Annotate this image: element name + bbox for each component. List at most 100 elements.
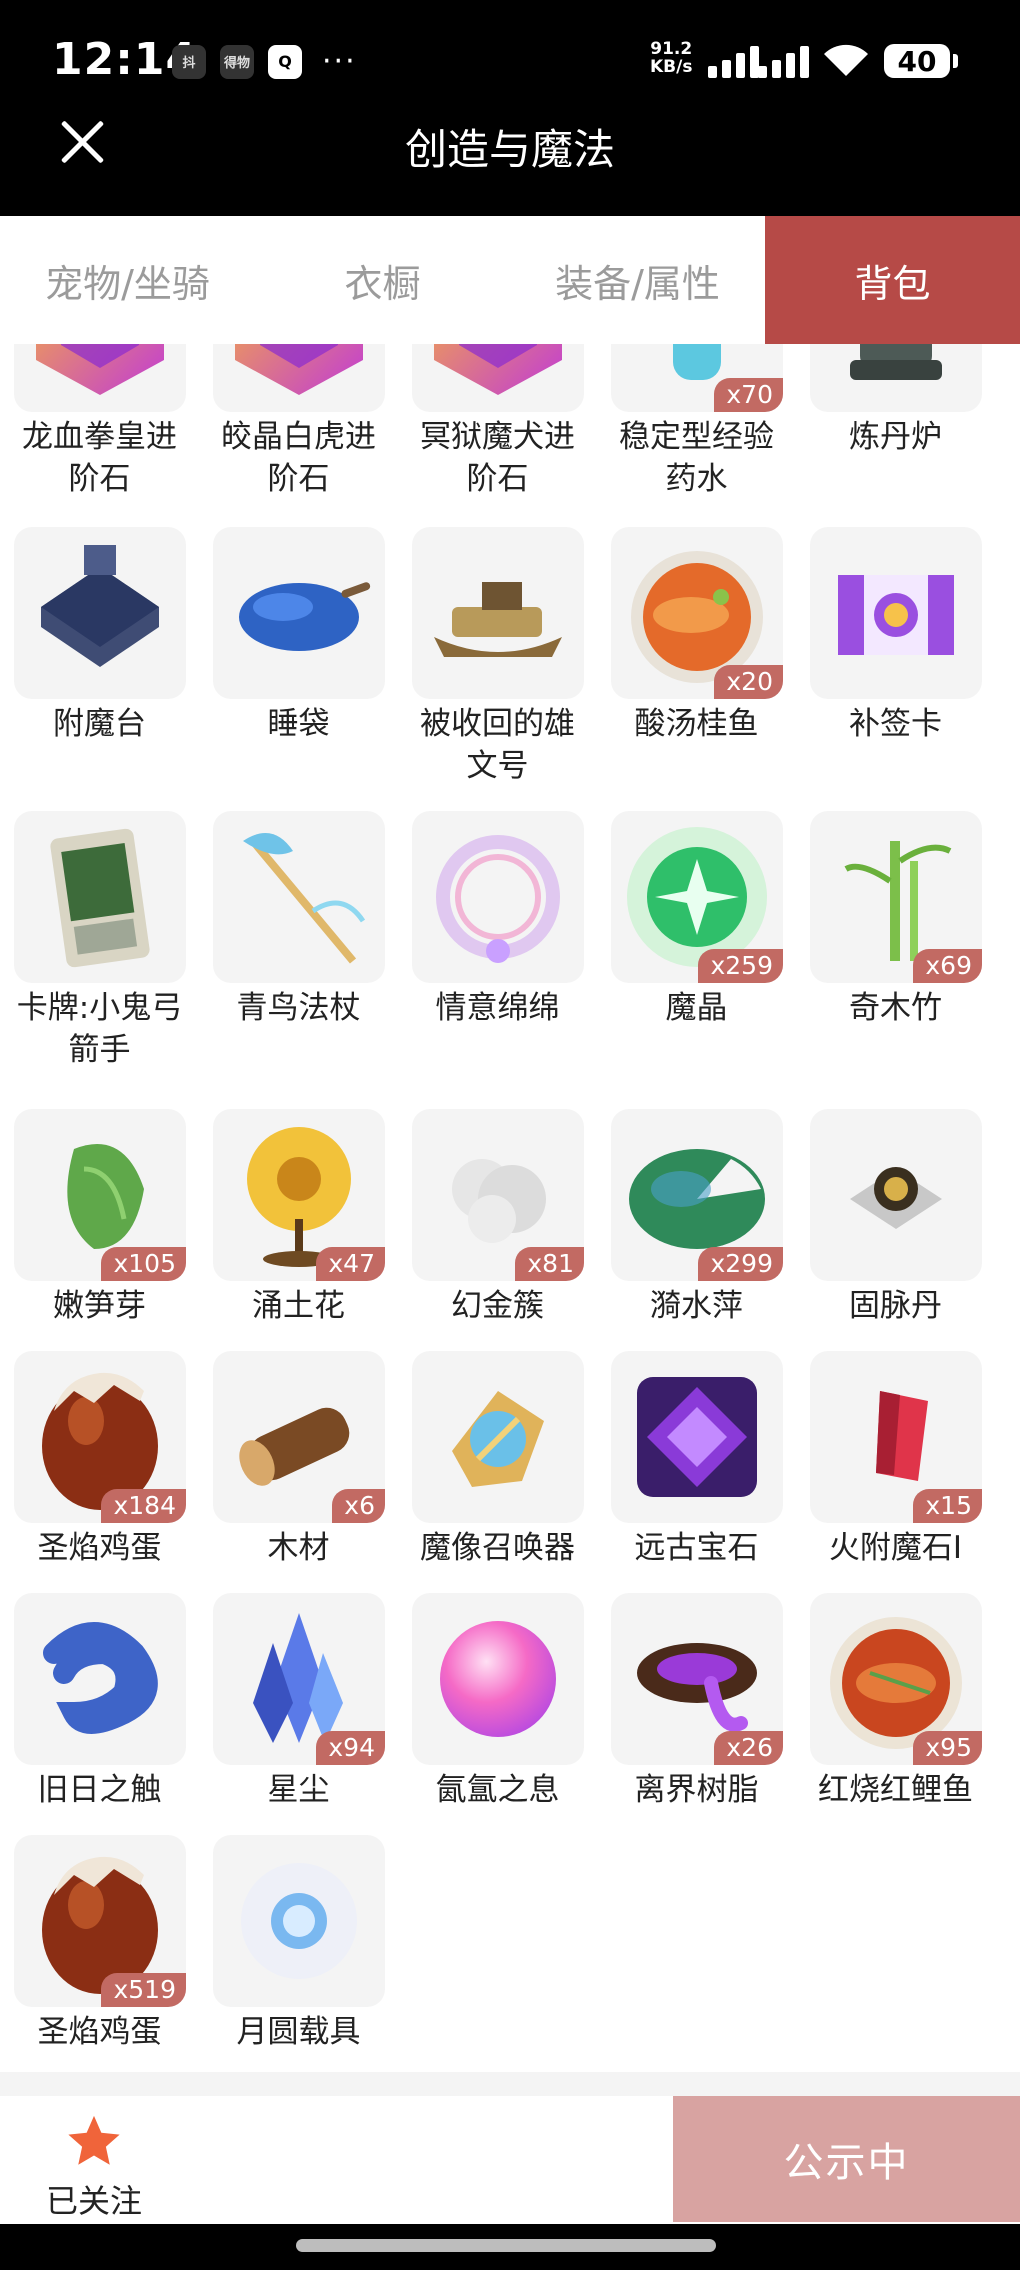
backpack-item[interactable]: x105 嫩笋芽 [0,1109,199,1327]
enchant-table-icon [41,545,159,667]
item-label: 远古宝石 [634,1530,759,1566]
backpack-item[interactable]: x15 火附魔石I [796,1351,995,1569]
quantity-badge: x15 [913,1489,982,1523]
item-thumbnail: x15 [810,1351,982,1523]
backpack-item[interactable]: 远古宝石 [597,1351,796,1569]
backpack-item[interactable]: x259 魔晶 [597,811,796,1029]
item-thumbnail: x70 [611,344,783,412]
backpack-item[interactable]: x299 漪水萍 [597,1109,796,1327]
item-thumbnail: x95 [810,1593,982,1765]
item-label: 圣焰鸡蛋 [37,2014,162,2050]
backpack-item[interactable]: 情意绵绵 [398,811,597,1029]
sleeping-bag-icon [239,582,371,651]
item-thumbnail [412,344,584,412]
item-thumbnail [14,1593,186,1765]
backpack-item[interactable]: 冥狱魔犬进 阶石 [398,344,597,500]
item-label: 冥狱魔犬进 [420,419,575,455]
signal-icon [708,44,759,78]
backpack-item[interactable]: x70 稳定型经验 药水 [597,344,796,500]
item-thumbnail: x81 [412,1109,584,1281]
tab-pets-mounts[interactable]: 宠物/坐骑 [0,216,255,344]
quantity-badge: x299 [698,1247,783,1281]
item-label: 卡牌:小鬼弓 [16,990,183,1026]
backpack-item[interactable]: x26 离界树脂 [597,1593,796,1811]
item-thumbnail [412,1351,584,1523]
item-label: 魔像召唤器 [420,1530,575,1566]
item-thumbnail: x519 [14,1835,186,2007]
item-thumbnail [213,1835,385,2007]
card-icon [50,828,150,968]
quantity-badge: x6 [332,1489,385,1523]
backpack-item[interactable]: x519 圣焰鸡蛋 [0,1835,199,2053]
backpack-item[interactable]: 卡牌:小鬼弓 箭手 [0,811,199,1071]
backpack-item[interactable]: x95 红烧红鲤鱼 [796,1593,995,1811]
item-label: 补签卡 [849,706,942,742]
backpack-item[interactable]: x184 圣焰鸡蛋 [0,1351,199,1569]
item-label: 龙血拳皇进 [22,419,177,455]
gem-icon [434,344,562,395]
backpack-item[interactable]: 补签卡 [796,527,995,745]
item-label: 红烧红鲤鱼 [818,1772,973,1808]
backpack-item[interactable]: 龙血拳皇进 阶石 [0,344,199,500]
backpack-item[interactable]: 青鸟法杖 [199,811,398,1029]
publish-button[interactable]: 公示中 [673,2096,1020,2222]
item-label: 附魔台 [53,706,146,742]
backpack-item[interactable]: x69 奇木竹 [796,811,995,1029]
quantity-badge: x94 [316,1731,385,1765]
backpack-item[interactable]: x20 酸汤桂鱼 [597,527,796,745]
home-indicator[interactable] [296,2239,716,2252]
backpack-item[interactable]: 附魔台 [0,527,199,745]
backpack-item[interactable]: 炼丹炉 [796,344,995,458]
item-label-line2: 阶石 [267,461,330,497]
wifi-icon [824,44,868,76]
item-label: 被收回的雄 [420,706,575,742]
backpack-item[interactable]: x6 木材 [199,1351,398,1569]
backpack-item[interactable]: 固脉丹 [796,1109,995,1327]
backpack-item[interactable]: 睡袋 [199,527,398,745]
item-thumbnail [810,1109,982,1281]
tab-wardrobe[interactable]: 衣橱 [255,216,510,344]
quantity-badge: x259 [698,949,783,983]
item-label-line2: 药水 [665,461,728,497]
tab-equipment[interactable]: 装备/属性 [510,216,765,344]
item-thumbnail: x184 [14,1351,186,1523]
item-label: 奇木竹 [849,990,942,1026]
item-label: 炼丹炉 [849,419,942,455]
backpack-item[interactable]: x47 涌土花 [199,1109,398,1327]
follow-button[interactable]: 已关注 [34,2112,154,2222]
item-thumbnail [611,1351,783,1523]
item-thumbnail: x69 [810,811,982,983]
backpack-item[interactable]: 氤氲之息 [398,1593,597,1811]
top-bar: 12:14 抖 得物 Q ··· 91.2 KB/s 40 创造与魔法 [0,0,1020,216]
moon-vehicle-icon [241,1863,357,1979]
backpack-item[interactable]: 旧日之触 [0,1593,199,1811]
divider [0,2072,1020,2096]
pill-icon [850,1167,942,1229]
backpack-item[interactable]: 月圆载具 [199,1835,398,2053]
item-label: 涌土花 [252,1288,345,1324]
qq-icon: Q [268,44,302,79]
tiktok-icon: 抖 [172,44,206,79]
tab-backpack[interactable]: 背包 [765,216,1020,344]
backpack-item[interactable]: x81 幻金簇 [398,1109,597,1327]
quantity-badge: x26 [714,1731,783,1765]
item-label: 固脉丹 [849,1288,942,1324]
pink-orb-icon [440,1621,556,1737]
item-label: 氤氲之息 [435,1772,560,1808]
item-thumbnail [810,527,982,699]
system-nav-bar [0,2224,1020,2270]
item-thumbnail [412,527,584,699]
quantity-badge: x20 [714,665,783,699]
tentacle-icon [43,1622,158,1734]
backpack-grid: 龙血拳皇进 阶石 皎晶白虎进 阶石 冥狱魔犬进 阶石 x70 稳定型经验 药水 炼丹炉 附魔台 睡袋被… [0,344,1020,2072]
backpack-item[interactable]: 被收回的雄 文号 [398,527,597,787]
item-label-line2: 阶石 [68,461,131,497]
item-label-line2: 阶石 [466,461,529,497]
backpack-item[interactable]: 魔像召唤器 [398,1351,597,1569]
backpack-item[interactable]: 皎晶白虎进 阶石 [199,344,398,500]
staff-icon [243,833,366,964]
net-speed-value: 91.2 [650,39,693,59]
item-label: 漪水萍 [650,1288,743,1324]
net-speed-unit: KB/s [650,57,693,77]
backpack-item[interactable]: x94 星尘 [199,1593,398,1811]
